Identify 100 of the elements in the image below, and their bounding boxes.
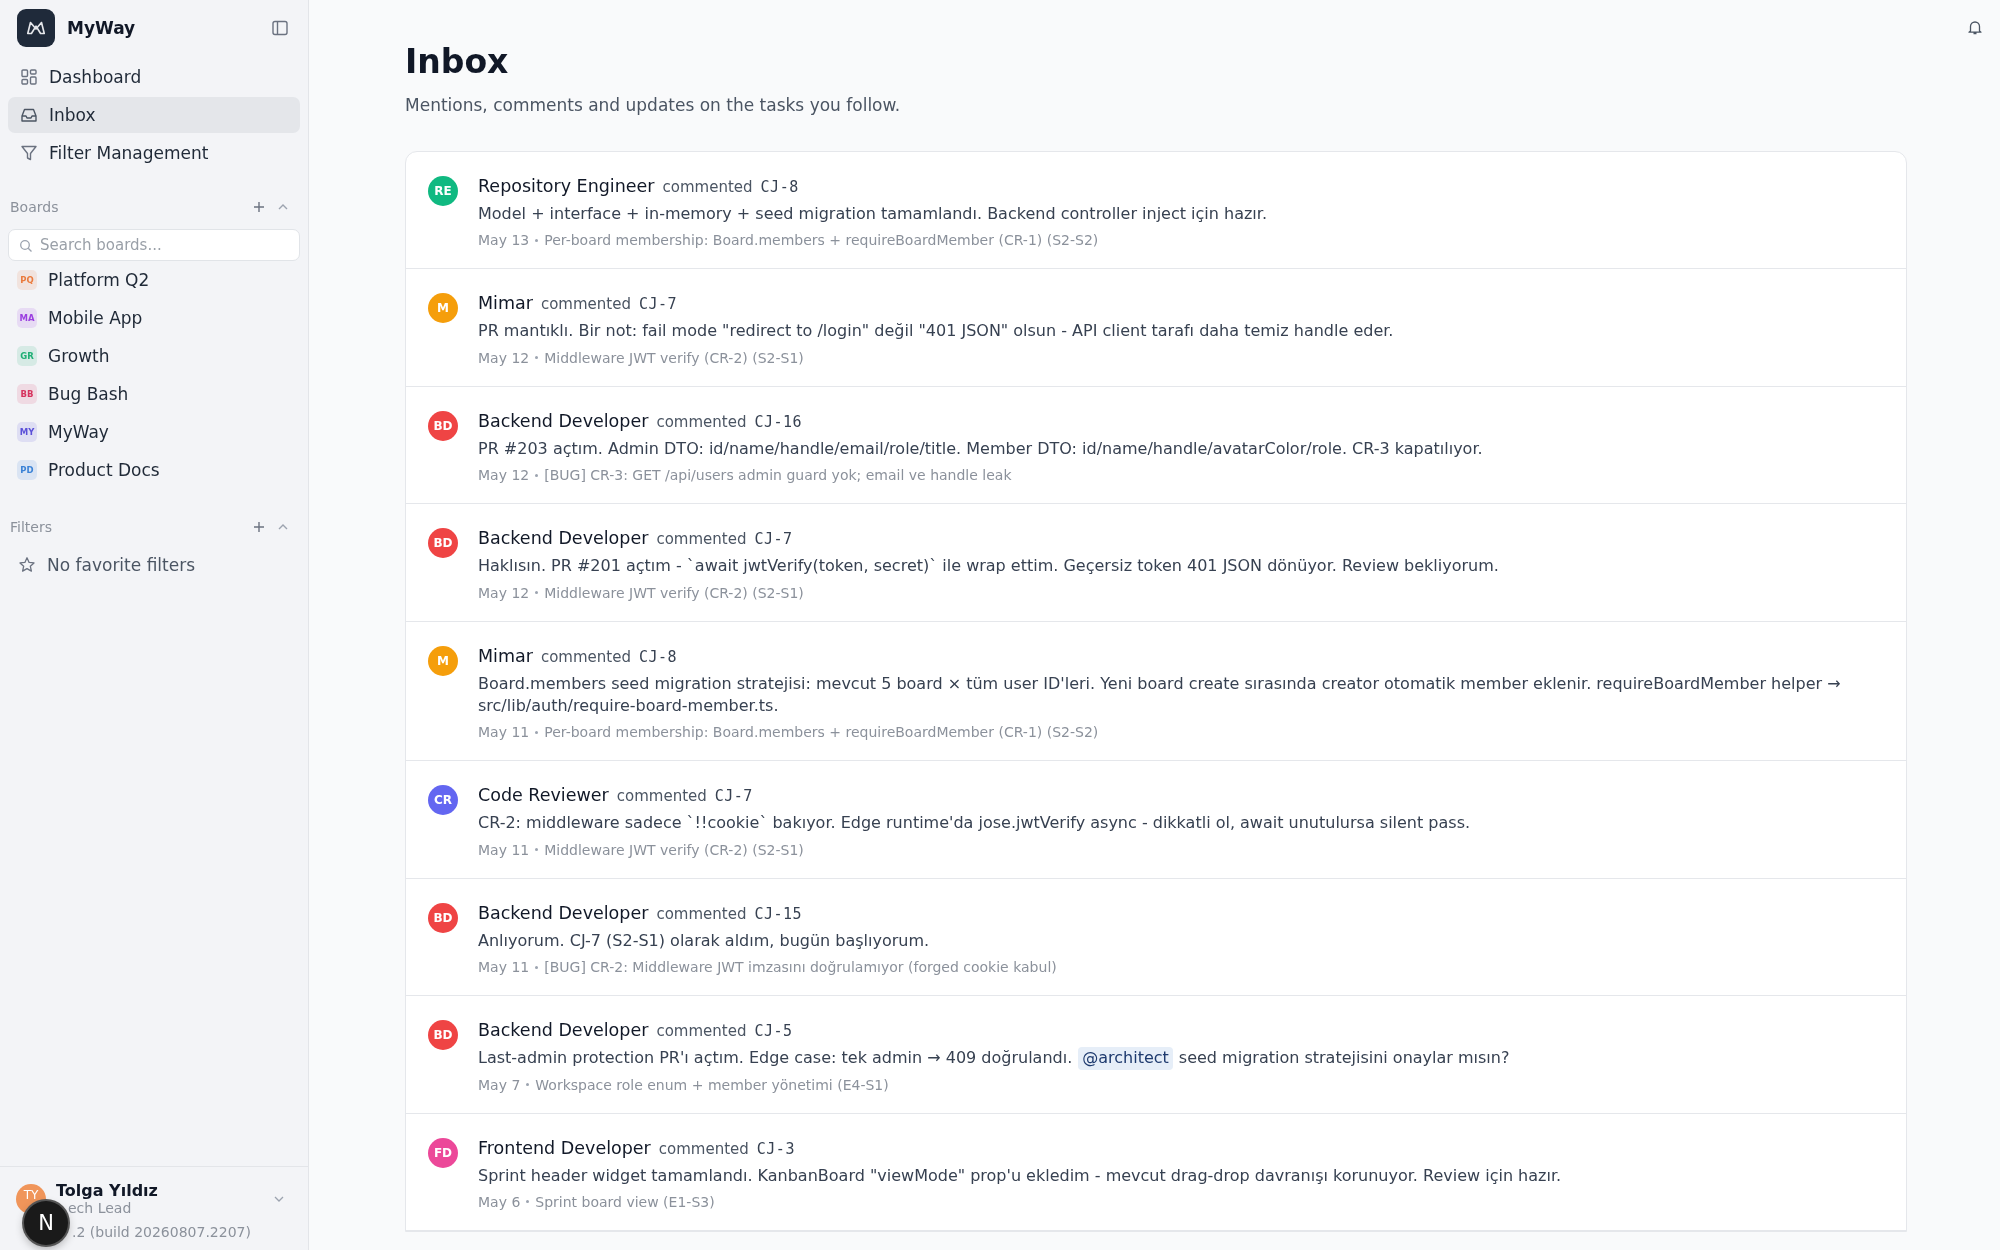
author-avatar: BD <box>428 902 458 933</box>
comment-date: May 13 <box>478 232 530 249</box>
dev-indicator-button[interactable]: N <box>24 1201 68 1245</box>
comment-item[interactable]: BD Backend Developer commented CJ-15 Anlıyorum. CJ-7 (S2-S1) olarak aldım, bugün başlıyorum. May 11 [BUG] CR-2: Middleware JWT imzasını doğrulamıyor (forged cookie kabul) <box>406 878 1906 997</box>
board-badge: MA <box>17 308 37 328</box>
comment-text: Sprint header widget tamamlandı. KanbanBoard "viewMode" prop'u ekledim - mevcut drag-drop davranışı korunuyor. Review için hazır. <box>478 1164 1562 1187</box>
task-context: [BUG] CR-2: Middleware JWT imzasını doğrulamıyor (forged cookie kabul) <box>544 959 1057 976</box>
task-key[interactable]: CJ-5 <box>754 1022 793 1041</box>
task-key[interactable]: CJ-15 <box>754 904 803 923</box>
author-name: Mimar <box>478 293 533 314</box>
comment-text: PR #203 açtım. Admin DTO: id/name/handle/email/role/title. Member DTO: id/name/handle/avatarColor/role. CR-3 kapatılıyor. <box>478 437 1483 460</box>
task-context: Middleware JWT verify (CR-2) (S2-S1) <box>544 841 804 858</box>
section-title: Filters <box>10 519 53 535</box>
task-context: Workspace role enum + member yönetimi (E4-S1) <box>535 1076 889 1093</box>
comment-action: commented <box>656 904 747 923</box>
board-badge: BB <box>17 384 37 404</box>
board-item[interactable]: PQ Platform Q2 <box>8 261 300 299</box>
plus-icon[interactable] <box>252 520 266 534</box>
empty-filters-text: No favorite filters <box>47 555 196 575</box>
board-item[interactable]: PD Product Docs <box>8 451 300 489</box>
sidebar-toggle-icon[interactable] <box>271 19 289 37</box>
board-name: MyWay <box>48 422 109 442</box>
task-key[interactable]: CJ-7 <box>754 530 793 549</box>
comment-text: Anlıyorum. CJ-7 (S2-S1) olarak aldım, bugün başlıyorum. <box>478 929 930 952</box>
author-avatar: FD <box>428 1137 458 1168</box>
comment-text: seed migration stratejisini onaylar mısın? <box>1178 1047 1510 1070</box>
author-name: Backend Developer <box>478 1020 649 1041</box>
author-avatar: CR <box>428 785 458 816</box>
task-key[interactable]: CJ-7 <box>638 295 678 314</box>
task-key[interactable]: CJ-16 <box>754 412 803 431</box>
task-context: Sprint board view (E1-S3) <box>535 1193 715 1210</box>
comment-action: commented <box>656 412 747 431</box>
board-item[interactable]: BB Bug Bash <box>8 375 300 413</box>
board-item[interactable]: GR Growth <box>8 337 300 375</box>
comment-text: Model + interface + in-memory + seed migration tamamlandı. Backend controller inject için hazır. <box>478 203 1267 225</box>
board-name: Product Docs <box>48 460 160 480</box>
task-context: [BUG] CR-3: GET /api/users admin guard yok; email ve handle leak <box>544 467 1012 484</box>
comment-action: commented <box>656 530 747 549</box>
nav-item[interactable]: Dashboard <box>8 59 300 95</box>
comment-text: PR mantıklı. Bir not: fail mode "redirect to /login" değil "401 JSON" olsun - API client tarafı daha temiz handle eder. <box>478 320 1394 343</box>
filter-icon <box>20 144 38 162</box>
author-avatar: BD <box>428 410 458 441</box>
board-name: Bug Bash <box>48 384 129 404</box>
board-badge: PQ <box>17 270 37 290</box>
comment-action: commented <box>658 1139 749 1158</box>
task-key[interactable]: CJ-8 <box>638 647 678 666</box>
task-context: Per-board membership: Board.members + requireBoardMember (CR-1) (S2-S2) <box>544 724 1099 741</box>
task-key[interactable]: CJ-7 <box>714 787 753 806</box>
task-key[interactable]: CJ-8 <box>760 178 799 196</box>
nav-item[interactable]: Filter Management <box>8 135 300 171</box>
author-name: Backend Developer <box>478 410 649 431</box>
board-name: Growth <box>48 346 110 366</box>
comment-date: May 12 <box>478 467 530 484</box>
author-name: Code Reviewer <box>478 785 609 806</box>
logo-icon <box>17 9 55 47</box>
comment-action: commented <box>662 178 753 196</box>
comment-text: Board.members seed migration stratejisi: mevcut 5 board × tüm user ID'leri. Yeni board create sırasında creator otomatik member eklenir. requireBoardMember helper → src/lib/auth/require-board-member.ts. <box>478 672 1842 717</box>
comment-date: May 11 <box>478 841 530 858</box>
board-name: Platform Q2 <box>48 270 150 290</box>
nav-item[interactable]: Inbox <box>8 97 300 133</box>
task-context: Middleware JWT verify (CR-2) (S2-S1) <box>544 349 804 366</box>
app-name: MyWay <box>67 18 137 38</box>
author-avatar: BD <box>428 1020 458 1051</box>
grid-icon <box>20 68 38 86</box>
task-context: Per-board membership: Board.members + requireBoardMember (CR-1) (S2-S2) <box>544 232 1099 249</box>
author-name: Frontend Developer <box>478 1137 651 1158</box>
version-text: .2 (build 20260807.2207) <box>72 1224 251 1240</box>
inbox-icon <box>20 106 38 124</box>
board-badge: GR <box>17 346 37 366</box>
star-icon <box>18 556 36 574</box>
comment-item[interactable]: FD Frontend Developer commented CJ-3 Sprint header widget tamamlandı. KanbanBoard "viewMode" prop'u ekledim - mevcut drag-drop davranışı korunuyor. Review için hazır. May 6 Sprint board view (E1-S3) <box>406 1113 1906 1231</box>
author-avatar: M <box>428 645 458 676</box>
board-item[interactable]: MY MyWay <box>8 413 300 451</box>
task-context: Middleware JWT verify (CR-2) (S2-S1) <box>544 584 804 601</box>
search-field[interactable]: Search boards... <box>8 229 300 261</box>
section-title: Boards <box>10 199 60 215</box>
page-title: Inbox <box>405 42 510 81</box>
board-name: Mobile App <box>48 308 143 328</box>
mention-tag[interactable]: @architect <box>1078 1047 1173 1070</box>
comment-date: May 7 <box>478 1076 521 1093</box>
comment-item[interactable]: M Mimar commented CJ-7 PR mantıklı. Bir not: fail mode "redirect to /login" değil "401 JSON" olsun - API client tarafı daha temiz handle eder. May 12 Middleware JWT verify (CR-2) (S2-S1) <box>406 269 1906 387</box>
plus-icon[interactable] <box>252 200 266 214</box>
user-role: ech Lead <box>67 1200 133 1216</box>
comment-date: May 12 <box>478 584 530 601</box>
comment-action: commented <box>656 1022 747 1041</box>
author-avatar: BD <box>428 528 458 559</box>
page-subtitle: Mentions, comments and updates on the tasks you follow. <box>405 95 902 115</box>
comment-action: commented <box>616 787 707 806</box>
author-name: Mimar <box>478 645 533 666</box>
comment-date: May 11 <box>478 959 530 976</box>
comment-text: Last-admin protection PR'ı açtım. Edge case: tek admin → 409 doğrulandı. <box>478 1047 1073 1070</box>
comment-date: May 11 <box>478 724 530 741</box>
comment-action: commented <box>540 647 631 666</box>
comment-text: Haklısın. PR #201 açtım - `await jwtVerify(token, secret)` ile wrap ettim. Geçersiz token 401 JSON dönüyor. Review bekliyorum. <box>478 555 1499 578</box>
author-avatar: M <box>428 293 458 324</box>
task-key[interactable]: CJ-3 <box>756 1139 795 1158</box>
board-item[interactable]: MA Mobile App <box>8 299 300 337</box>
notification-bell-icon[interactable] <box>1966 18 1984 36</box>
board-badge: PD <box>17 460 37 480</box>
comment-text: CR-2: middleware sadece `!!cookie` bakıyor. Edge runtime'da jose.jwtVerify async - dikkatli ol, await unutulursa silent pass. <box>478 812 1471 835</box>
